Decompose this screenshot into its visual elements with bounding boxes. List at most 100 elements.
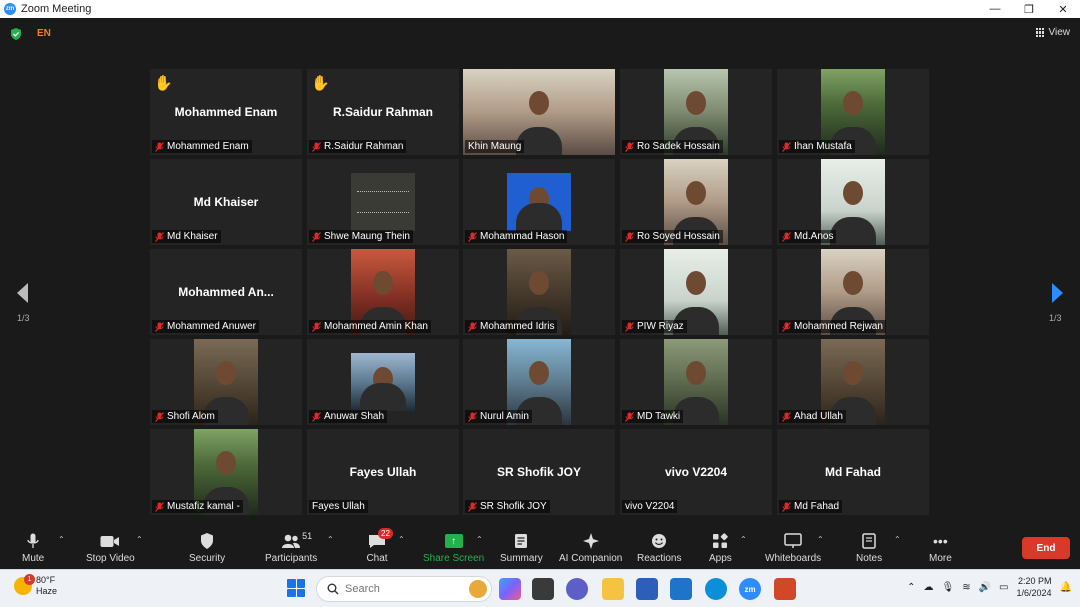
participant-tile[interactable]: Md.Anos: [777, 159, 929, 245]
teams-chat-icon[interactable]: [566, 578, 588, 600]
participant-display-name: Mohammed An...: [178, 285, 274, 299]
security-button[interactable]: Security: [189, 531, 225, 567]
participant-tile[interactable]: Fayes Ullah Fayes Ullah: [307, 429, 459, 515]
participant-name-label: Shofi Alom: [152, 410, 218, 423]
close-button[interactable]: ✕: [1046, 0, 1080, 18]
participant-tile[interactable]: Khin Maung: [463, 69, 615, 155]
more-button[interactable]: ••• More: [929, 531, 952, 567]
participant-tile[interactable]: Shwe Maung Thein: [307, 159, 459, 245]
participant-tile[interactable]: PIW Riyaz: [620, 249, 772, 335]
taskbar-search[interactable]: [316, 576, 492, 602]
chat-bubble-icon: 22: [366, 528, 393, 551]
share-screen-button[interactable]: ↑ Share Screen: [423, 531, 484, 567]
notes-options-chevron-icon[interactable]: ⌃: [894, 535, 901, 544]
participants-button[interactable]: 51 Participants: [265, 531, 317, 567]
cloud-icon[interactable]: ☁: [924, 582, 934, 593]
participant-name-label: R.Saidur Rahman: [309, 140, 407, 153]
show-hidden-icons-chevron-icon[interactable]: ⌃: [907, 582, 915, 593]
participant-name: Mohammad Hason: [480, 231, 565, 242]
participant-name-label: Shwe Maung Thein: [309, 230, 413, 243]
participant-name-label: Mustafiz kamal -: [152, 500, 243, 513]
video-options-chevron-icon[interactable]: ⌃: [136, 535, 143, 544]
participant-tile[interactable]: Anuwar Shah: [307, 339, 459, 425]
page-indicator-left: 1/3: [17, 313, 30, 323]
participant-tile[interactable]: Mohammed An... Mohammed Anuwer: [150, 249, 302, 335]
participants-options-chevron-icon[interactable]: ⌃: [327, 535, 334, 544]
participant-tile[interactable]: Mohammad Hason: [463, 159, 615, 245]
maximize-button[interactable]: ❐: [1012, 0, 1046, 18]
participant-name: Mustafiz kamal -: [167, 501, 240, 512]
participant-tile[interactable]: vivo V2204 vivo V2204: [620, 429, 772, 515]
share-options-chevron-icon[interactable]: ⌃: [476, 535, 483, 544]
whiteboards-options-chevron-icon[interactable]: ⌃: [817, 535, 824, 544]
file-explorer-icon[interactable]: [602, 578, 624, 600]
microphone-tray-icon[interactable]: 🎙: [942, 582, 955, 593]
participant-tile[interactable]: Md Fahad Md Fahad: [777, 429, 929, 515]
participant-tile[interactable]: MD Tawki: [620, 339, 772, 425]
microsoft-store-icon[interactable]: [636, 578, 658, 600]
next-page-arrow-icon[interactable]: [1051, 282, 1065, 304]
volume-icon[interactable]: 🔊: [979, 582, 991, 593]
minimize-button[interactable]: —: [978, 0, 1012, 18]
participant-tile[interactable]: Mustafiz kamal -: [150, 429, 302, 515]
apps-options-chevron-icon[interactable]: ⌃: [740, 535, 747, 544]
participant-tile[interactable]: Nurul Amin: [463, 339, 615, 425]
whiteboard-icon: [782, 531, 804, 551]
participant-tile[interactable]: Ro Soyed Hossain: [620, 159, 772, 245]
participant-name-label: Fayes Ullah: [309, 500, 368, 513]
previous-page-arrow-icon[interactable]: [15, 282, 29, 304]
view-button[interactable]: View: [1035, 27, 1070, 38]
video-camera-icon: [99, 531, 121, 551]
participant-tile[interactable]: ✋ R.Saidur Rahman R.Saidur Rahman: [307, 69, 459, 155]
stop-video-button[interactable]: Stop Video: [86, 531, 135, 567]
end-meeting-button[interactable]: End: [1022, 537, 1070, 559]
apps-button[interactable]: Apps: [709, 531, 732, 567]
search-input[interactable]: [345, 583, 445, 595]
powerpoint-icon[interactable]: [774, 578, 796, 600]
participant-name-label: Khin Maung: [465, 140, 525, 153]
muted-microphone-icon: [782, 141, 791, 152]
reactions-button[interactable]: Reactions: [637, 531, 681, 567]
edge-browser-icon[interactable]: [705, 578, 727, 600]
notes-button[interactable]: Notes: [856, 531, 882, 567]
video-gallery: ✋ Mohammed Enam Mohammed Enam ✋ R.Saidur Rah…: [150, 69, 930, 517]
windows-start-icon[interactable]: [287, 579, 305, 597]
participant-tile[interactable]: Md Khaiser Md Khaiser: [150, 159, 302, 245]
chat-button[interactable]: 22 Chat: [366, 528, 393, 567]
weather-widget[interactable]: 1 80°F Haze: [14, 574, 57, 597]
mail-icon[interactable]: [670, 578, 692, 600]
notification-bell-icon[interactable]: 🔔: [1060, 582, 1072, 593]
whiteboards-button[interactable]: Whiteboards: [765, 531, 821, 567]
participant-name: Ihan Mustafa: [794, 141, 852, 152]
participant-name-label: SR Shofik JOY: [465, 500, 550, 513]
participant-display-name: Fayes Ullah: [349, 465, 417, 479]
participant-name: Khin Maung: [468, 141, 522, 152]
participant-tile[interactable]: SR Shofik JOY SR Shofik JOY: [463, 429, 615, 515]
ai-companion-button[interactable]: AI Companion: [559, 531, 622, 567]
participant-tile[interactable]: Ahad Ullah: [777, 339, 929, 425]
participant-name-label: Mohammad Hason: [465, 230, 568, 243]
participant-tile[interactable]: Mohammed Amin Khan: [307, 249, 459, 335]
wifi-icon[interactable]: ≋: [962, 582, 970, 593]
language-interpretation-label[interactable]: EN: [37, 28, 51, 39]
zoom-taskbar-icon[interactable]: zm: [739, 578, 761, 600]
participant-name: MD Tawki: [637, 411, 681, 422]
participant-tile[interactable]: Ro Sadek Hossain: [620, 69, 772, 155]
raised-hand-icon: ✋: [311, 75, 330, 92]
participant-tile[interactable]: Ihan Mustafa: [777, 69, 929, 155]
participant-tile[interactable]: ✋ Mohammed Enam Mohammed Enam: [150, 69, 302, 155]
mute-button[interactable]: Mute: [22, 531, 44, 567]
battery-icon[interactable]: ▭: [999, 582, 1008, 593]
participant-tile[interactable]: Shofi Alom: [150, 339, 302, 425]
task-view-icon[interactable]: [532, 578, 554, 600]
muted-microphone-icon: [468, 411, 477, 422]
encryption-shield-icon[interactable]: [10, 28, 22, 40]
participant-tile[interactable]: Mohammed Rejwan: [777, 249, 929, 335]
clock[interactable]: 2:20 PM 1/6/2024: [1017, 575, 1052, 599]
copilot-app-icon[interactable]: [499, 578, 521, 600]
participant-tile[interactable]: Mohammed Idris: [463, 249, 615, 335]
muted-microphone-icon: [782, 231, 791, 242]
mute-options-chevron-icon[interactable]: ⌃: [58, 535, 65, 544]
summary-button[interactable]: Summary: [500, 531, 543, 567]
chat-options-chevron-icon[interactable]: ⌃: [398, 535, 405, 544]
